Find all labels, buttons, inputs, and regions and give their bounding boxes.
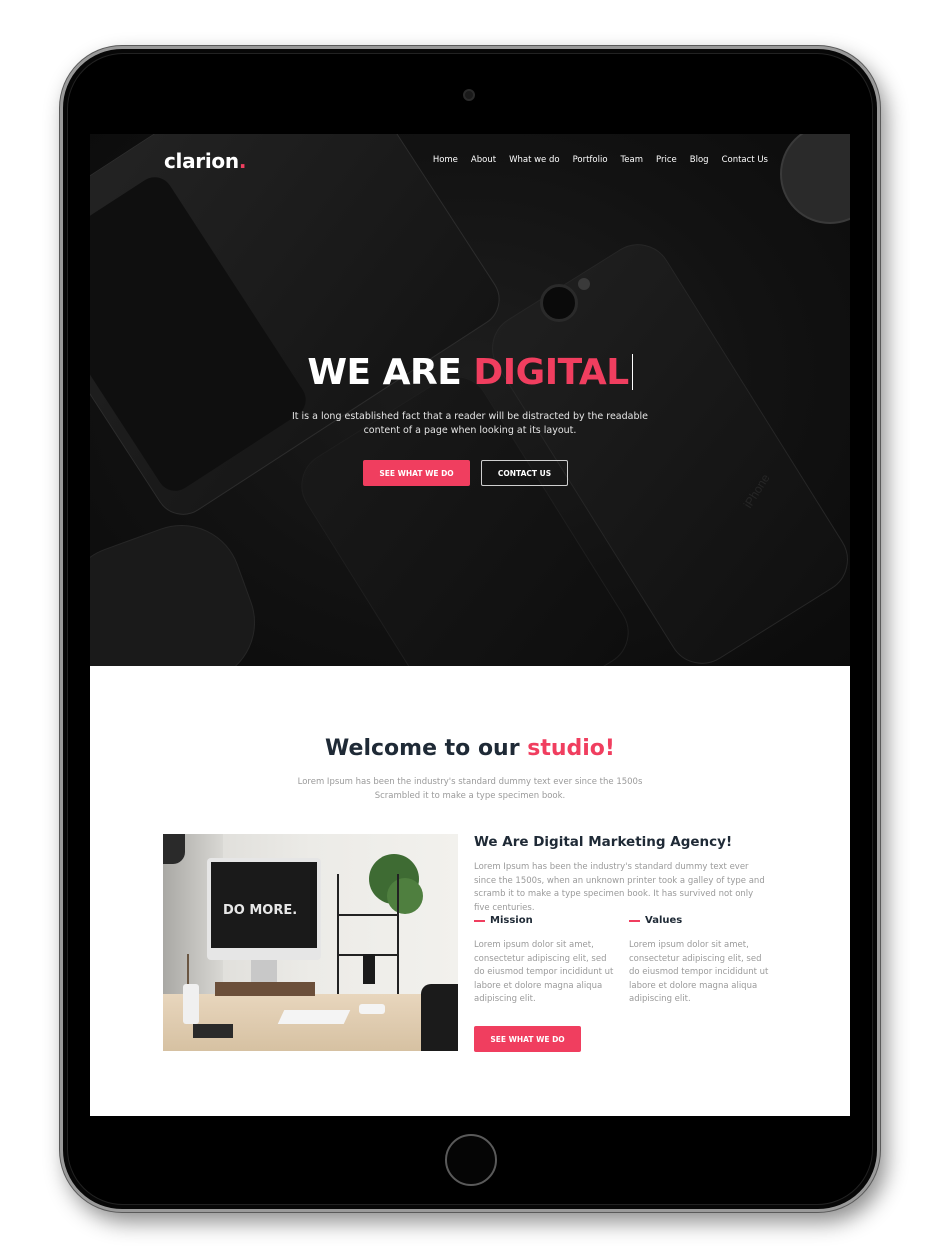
- nav-item-portfolio[interactable]: Portfolio: [573, 155, 608, 165]
- photo-vase: [183, 984, 199, 1024]
- nav-item-blog[interactable]: Blog: [690, 155, 709, 165]
- welcome-title: Welcome to our studio!: [90, 736, 850, 761]
- welcome-title-accent: studio!: [527, 736, 615, 761]
- workspace-photo: DO MORE.: [163, 834, 458, 1051]
- mission-accent-dash: [474, 919, 485, 922]
- hero-title-accent: DIGITAL: [473, 352, 629, 393]
- navbar: clarion. Home About What we do Portfolio…: [90, 134, 850, 194]
- nav-item-contact-us[interactable]: Contact Us: [722, 155, 768, 165]
- mission-text: Lorem ipsum dolor sit amet, consectetur …: [474, 940, 614, 1005]
- home-button[interactable]: [445, 1134, 497, 1186]
- mission-heading: Mission: [474, 915, 533, 926]
- mission-title: Mission: [490, 915, 533, 926]
- photo-notebook: [193, 1024, 233, 1038]
- photo-shelf-board-upper: [337, 914, 399, 916]
- hero-subtitle: It is a long established fact that a rea…: [291, 411, 648, 436]
- screen: iPhone clarion. Home About What we do Po…: [90, 134, 850, 1116]
- hero-see-what-we-do-button[interactable]: SEE WHAT WE DO: [363, 460, 470, 486]
- welcome-subtitle: Lorem Ipsum has been the industry's stan…: [297, 777, 643, 801]
- nav-item-about[interactable]: About: [471, 155, 496, 165]
- hero-bg-flash: [578, 278, 590, 290]
- photo-reed-sticks: [187, 954, 189, 988]
- photo-screen-text: DO MORE.: [223, 903, 298, 918]
- hero-contact-us-button[interactable]: CONTACT US: [481, 460, 568, 486]
- nav-item-price[interactable]: Price: [656, 155, 677, 165]
- agency-title: We Are Digital Marketing Agency!: [474, 834, 733, 850]
- values-text: Lorem ipsum dolor sit amet, consectetur …: [629, 940, 769, 1005]
- brand-name: clarion: [164, 149, 239, 173]
- welcome-title-main: Welcome to our: [325, 736, 528, 761]
- photo-lamp: [163, 834, 185, 864]
- hero-section: iPhone clarion. Home About What we do Po…: [90, 134, 850, 666]
- front-camera: [463, 89, 475, 101]
- photo-monitor-riser: [215, 982, 315, 996]
- hero-title-main: WE ARE: [307, 352, 474, 393]
- nav-item-home[interactable]: Home: [433, 155, 458, 165]
- typing-cursor: [631, 354, 633, 390]
- nav-item-team[interactable]: Team: [621, 155, 643, 165]
- hero-bg-camera-lens: [540, 284, 578, 322]
- agency-see-what-we-do-button[interactable]: SEE WHAT WE DO: [474, 1026, 581, 1052]
- values-title: Values: [645, 915, 683, 926]
- hero-bg-controller: [90, 508, 272, 666]
- agency-description: Lorem Ipsum has been the industry's stan…: [474, 862, 765, 913]
- values-heading: Values: [629, 915, 682, 926]
- hero-title: WE ARE DIGITAL: [90, 352, 850, 393]
- photo-keyboard: [277, 1010, 351, 1024]
- values-accent-dash: [629, 919, 640, 922]
- photo-speaker: [363, 954, 375, 984]
- photo-chair: [421, 984, 458, 1051]
- nav-item-what-we-do[interactable]: What we do: [509, 155, 560, 165]
- nav-links: Home About What we do Portfolio Team Pri…: [420, 155, 768, 165]
- brand-logo[interactable]: clarion.: [164, 149, 246, 173]
- photo-monitor-stand: [251, 960, 277, 984]
- brand-dot: .: [238, 149, 247, 173]
- photo-trackpad: [359, 1004, 385, 1014]
